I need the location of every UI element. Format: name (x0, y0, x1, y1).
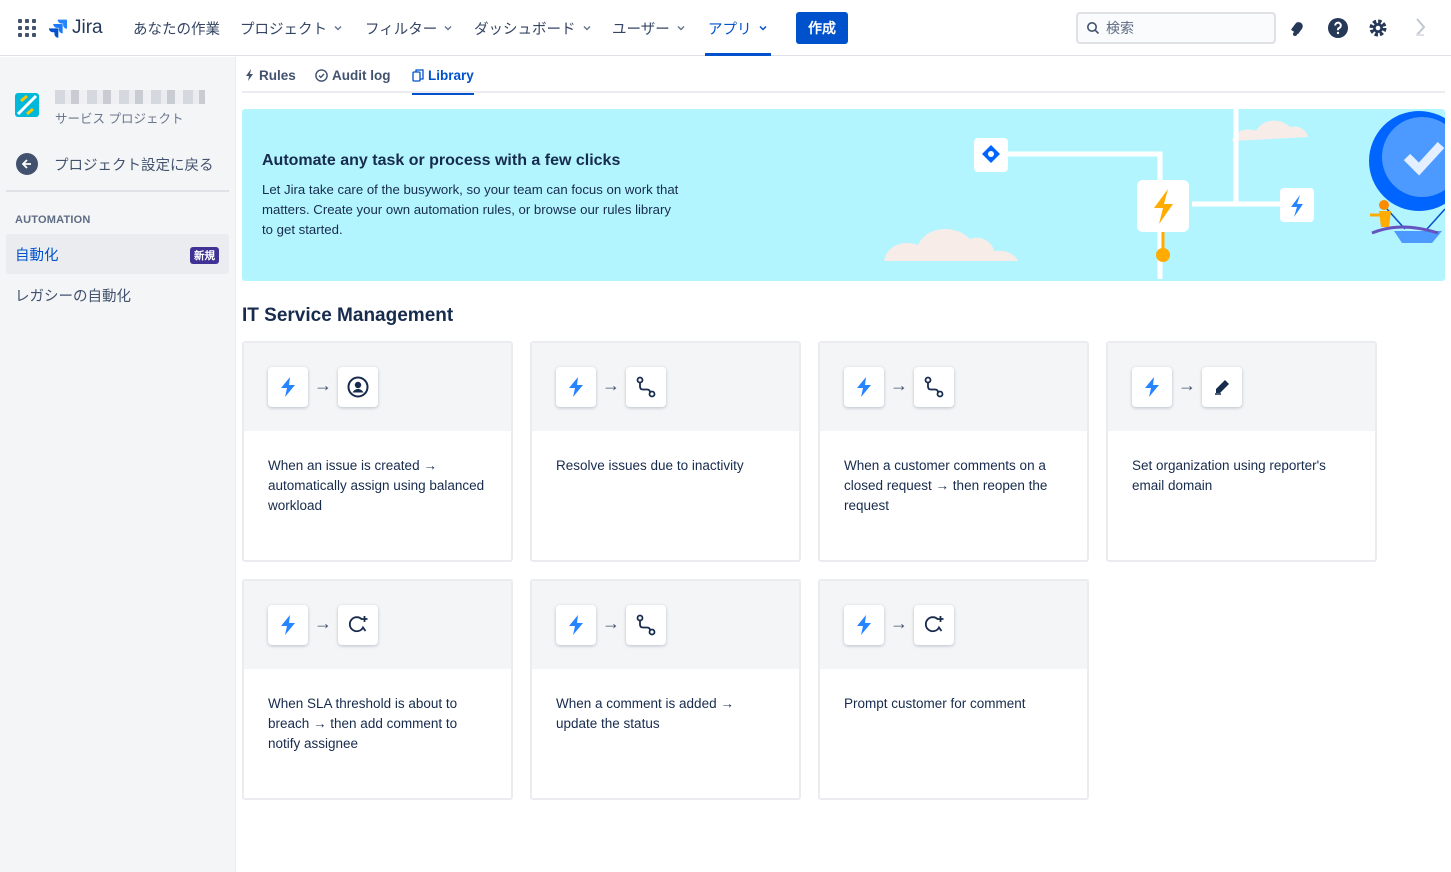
arrow-right-icon: → (314, 613, 332, 633)
nav-your-work[interactable]: あなたの作業 (133, 0, 220, 56)
tab-label: Rules (259, 67, 296, 83)
edit-icon (1202, 367, 1242, 407)
nav-label: ダッシュボード (474, 21, 576, 38)
arrow-left-icon (16, 153, 38, 175)
nav-dashboards[interactable]: ダッシュボード (474, 0, 592, 56)
small-lightning-tile-icon (1280, 188, 1314, 222)
rule-template-card[interactable]: → When a customer comments on a closed r… (818, 341, 1089, 562)
banner-title: Automate any task or process with a few … (262, 152, 621, 169)
search-input[interactable] (1106, 20, 1256, 36)
nav-projects[interactable]: プロジェクト (240, 0, 343, 56)
nav-label: アプリ (708, 21, 752, 38)
lightning-icon (844, 367, 884, 407)
rule-template-card[interactable]: → When SLA threshold is about to breach … (242, 579, 513, 800)
lightning-icon (1132, 367, 1172, 407)
arrow-right-icon: → (890, 613, 908, 633)
chevron-down-icon (444, 25, 452, 31)
app-switcher-icon[interactable] (18, 19, 36, 37)
top-navigation: Jira あなたの作業 プロジェクト フィルター ダッシュボード ユーザー アプ… (0, 0, 1451, 56)
card-description: When a customer comments on a closed req… (844, 458, 1048, 513)
chevron-down-icon (582, 25, 591, 31)
tab-label: Audit log (332, 67, 391, 83)
back-link-label: プロジェクト設定に戻る (54, 157, 214, 174)
cloud-illustration (884, 120, 1308, 261)
copy-icon (412, 68, 424, 82)
transition-icon (626, 367, 666, 407)
lightning-icon (246, 69, 253, 81)
tab-audit-log[interactable]: Audit log (315, 57, 390, 93)
sidebar-divider (6, 190, 229, 192)
automation-illustration (884, 109, 1445, 279)
rule-template-card[interactable]: → Set organization using reporter's emai… (1106, 341, 1377, 562)
card-description: When an issue is created → automatically… (268, 458, 485, 513)
lightning-icon (268, 605, 308, 645)
project-avatar[interactable] (15, 93, 39, 117)
rule-template-card[interactable]: → Prompt customer for comment (818, 579, 1089, 800)
project-name-redacted (55, 90, 205, 104)
arrow-right-icon: → (314, 375, 332, 395)
card-description: When SLA threshold is about to breach → … (268, 696, 458, 751)
card-description: Set organization using reporter's email … (1132, 458, 1326, 493)
transition-icon (626, 605, 666, 645)
jira-tile-icon (974, 138, 1008, 172)
section-title: IT Service Management (242, 305, 454, 326)
nav-label: プロジェクト (240, 21, 327, 38)
sidebar-item-legacy-automation[interactable]: レガシーの自動化 (6, 275, 229, 315)
balloon-illustration (1369, 111, 1445, 243)
rule-template-card[interactable]: → When an issue is created → automatical… (242, 341, 513, 562)
sidebar-item-label: レガシーの自動化 (15, 288, 131, 305)
sidebar-item-automation[interactable]: 自動化 新規 (6, 234, 229, 274)
rule-template-card[interactable]: → When a comment is added → update the s… (530, 579, 801, 800)
sidebar: サービス プロジェクト プロジェクト設定に戻る AUTOMATION 自動化 新… (0, 57, 236, 872)
tab-library[interactable]: Library (412, 57, 474, 95)
project-type: サービス プロジェクト (55, 112, 184, 126)
transition-icon (914, 367, 954, 407)
automation-tabs: Rules Audit log Library (242, 57, 1445, 95)
add-comment-icon (338, 605, 378, 645)
search-box[interactable] (1076, 12, 1276, 44)
automation-banner: Automate any task or process with a few … (242, 109, 1445, 281)
lightning-icon (556, 367, 596, 407)
banner-text: Let Jira take care of the busywork, so y… (262, 182, 679, 237)
tab-rules[interactable]: Rules (245, 57, 296, 93)
chevron-down-icon (677, 25, 685, 31)
card-description: Prompt customer for comment (844, 696, 1026, 711)
check-circle-icon (315, 68, 328, 82)
lightning-icon (268, 367, 308, 407)
profile-icon[interactable] (1408, 16, 1432, 40)
back-to-project-settings-link[interactable]: プロジェクト設定に戻る (16, 153, 214, 175)
add-comment-icon (914, 605, 954, 645)
lightning-icon (556, 605, 596, 645)
nav-label: あなたの作業 (133, 21, 220, 38)
new-badge: 新規 (190, 247, 219, 264)
search-icon (1087, 22, 1100, 35)
chevron-down-icon (758, 25, 767, 31)
arrow-right-icon: → (602, 613, 620, 633)
arrow-right-icon: → (890, 375, 908, 395)
notifications-icon[interactable] (1286, 16, 1310, 40)
logo-text: Jira (72, 17, 103, 38)
nav-people[interactable]: ユーザー (612, 0, 686, 56)
help-icon[interactable] (1326, 16, 1350, 40)
nav-label: フィルター (365, 21, 438, 38)
arrow-right-icon: → (602, 375, 620, 395)
chevron-down-icon (334, 25, 342, 31)
user-circle-icon (338, 367, 378, 407)
tab-label: Library (428, 67, 474, 83)
rule-template-card[interactable]: → Resolve issues due to inactivity (530, 341, 801, 562)
settings-icon[interactable] (1366, 16, 1390, 40)
nav-label: ユーザー (612, 21, 670, 38)
card-description: Resolve issues due to inactivity (556, 458, 744, 473)
jira-logo-icon (48, 19, 67, 38)
create-button[interactable]: 作成 (796, 12, 848, 44)
nav-filters[interactable]: フィルター (365, 0, 453, 56)
lightning-tile-icon (1137, 180, 1189, 262)
nav-apps[interactable]: アプリ (705, 0, 770, 56)
lightning-icon (844, 605, 884, 645)
card-description: When a comment is added → update the sta… (556, 696, 734, 731)
sidebar-item-label: 自動化 (15, 247, 59, 264)
jira-logo[interactable]: Jira (48, 16, 103, 40)
arrow-right-icon: → (1178, 375, 1196, 395)
sidebar-section-label: AUTOMATION (15, 214, 91, 226)
